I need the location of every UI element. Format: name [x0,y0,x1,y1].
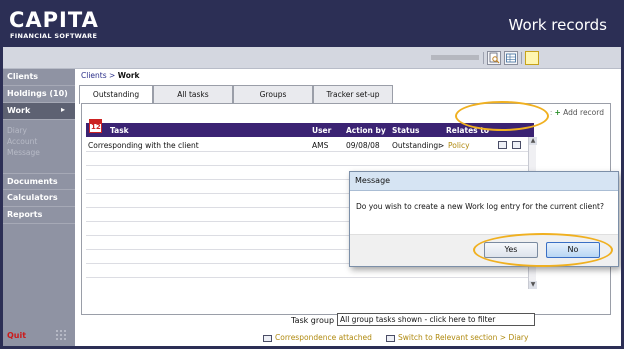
tab-tracker-setup[interactable]: Tracker set-up [313,85,393,103]
breadcrumb-separator: > [106,71,118,80]
app-header: CAPITA FINANCIAL SOFTWARE Work records [3,3,621,47]
tab-outstanding[interactable]: Outstanding [79,85,153,104]
scroll-down-icon[interactable]: ▼ [529,281,537,289]
legend-correspondence-label: Correspondence attached [275,333,372,342]
correspondence-icon [263,334,272,342]
arrow-right-icon: ▸ [61,105,66,114]
sidebar-item-label: Clients [7,72,39,81]
row-divider [86,151,528,152]
tab-groups[interactable]: Groups [233,85,313,103]
tab-label: Tracker set-up [326,90,380,99]
column-header-user[interactable]: User [312,126,331,135]
toolbar-separator [483,52,484,64]
cell-task: Corresponding with the client [88,141,199,150]
column-header-action-by[interactable]: Action by [346,126,386,135]
breadcrumb: Clients > Work [81,71,140,80]
app-window: CAPITA FINANCIAL SOFTWARE Work records C… [0,0,624,349]
tab-label: All tasks [177,90,209,99]
dialog-message: Do you wish to create a new Work log ent… [356,202,604,211]
page-title: Work records [508,16,607,34]
quit-button[interactable]: Quit [7,331,26,340]
toolbar [3,47,621,69]
column-header-task[interactable]: Task [110,126,129,135]
drag-handle-icon: : [549,108,553,117]
grid-view-icon[interactable] [504,51,518,65]
cell-action-by: 09/08/08 [346,141,380,150]
sidebar-item-reports[interactable]: Reports [3,207,75,224]
toolbar-separator [521,52,522,64]
sidebar-subitem-message[interactable]: Message [7,148,40,157]
highlight-oval-dialog-buttons [473,233,613,267]
sidebar-item-clients[interactable]: Clients [3,69,75,86]
sidebar-item-documents[interactable]: Documents [3,173,75,190]
cell-relates-to[interactable]: Policy [448,141,470,150]
toolbar-user-info [431,55,479,60]
row-divider [86,165,528,166]
table-row[interactable]: Corresponding with the client AMS 09/08/… [86,137,528,151]
sidebar-item-holdings[interactable]: Holdings (10) [3,86,75,103]
calendar-icon: 12 [89,119,102,133]
relates-arrow-icon: ⊳ [438,141,445,150]
highlight-oval-add-record [455,101,549,131]
task-group-filter[interactable]: All group tasks shown - click here to fi… [337,313,535,326]
sidebar-subitem-diary[interactable]: Diary [7,126,27,135]
legend-switch-label: Switch to Relevant section > Diary [398,333,529,342]
sidebar-item-label: Documents [7,177,58,186]
legend-switch: Switch to Relevant section > Diary [386,333,528,342]
sidebar-item-label: Calculators [7,193,58,202]
resize-grip-icon [55,329,67,341]
scroll-up-icon[interactable]: ▲ [529,137,537,145]
cell-status: Outstanding [392,141,439,150]
sidebar-subitem-account[interactable]: Account [7,137,37,146]
switch-section-icon [386,334,395,342]
search-doc-icon[interactable] [487,51,501,65]
sidebar-item-label: Work [7,106,31,115]
sidebar-item-label: Reports [7,210,43,219]
row-divider [86,277,528,278]
tab-all-tasks[interactable]: All tasks [153,85,233,103]
sidebar-item-label: Holdings (10) [7,89,68,98]
legend-correspondence: Correspondence attached [263,333,372,342]
correspondence-icon[interactable] [498,141,507,149]
switch-section-icon[interactable] [512,141,521,149]
tab-label: Outstanding [92,90,140,99]
logo: CAPITA [9,8,99,32]
tab-label: Groups [259,90,287,99]
add-record-button[interactable]: : + Add record [550,108,604,117]
dialog-title: Message [350,172,618,191]
breadcrumb-clients-link[interactable]: Clients [81,71,107,80]
breadcrumb-current: Work [117,71,140,80]
plus-icon: + [554,108,561,117]
sidebar-item-calculators[interactable]: Calculators [3,190,75,207]
sidebar: Clients Holdings (10) Work ▸ Diary Accou… [3,69,75,346]
add-record-label: Add record [563,108,604,117]
task-group-label: Task group [291,316,335,325]
cell-user: AMS [312,141,329,150]
calendar-day: 12 [91,123,101,131]
sidebar-item-work[interactable]: Work ▸ [3,103,75,120]
logo-subtitle: FINANCIAL SOFTWARE [10,32,98,40]
column-header-status[interactable]: Status [392,126,419,135]
sticky-note-icon[interactable] [525,51,539,65]
